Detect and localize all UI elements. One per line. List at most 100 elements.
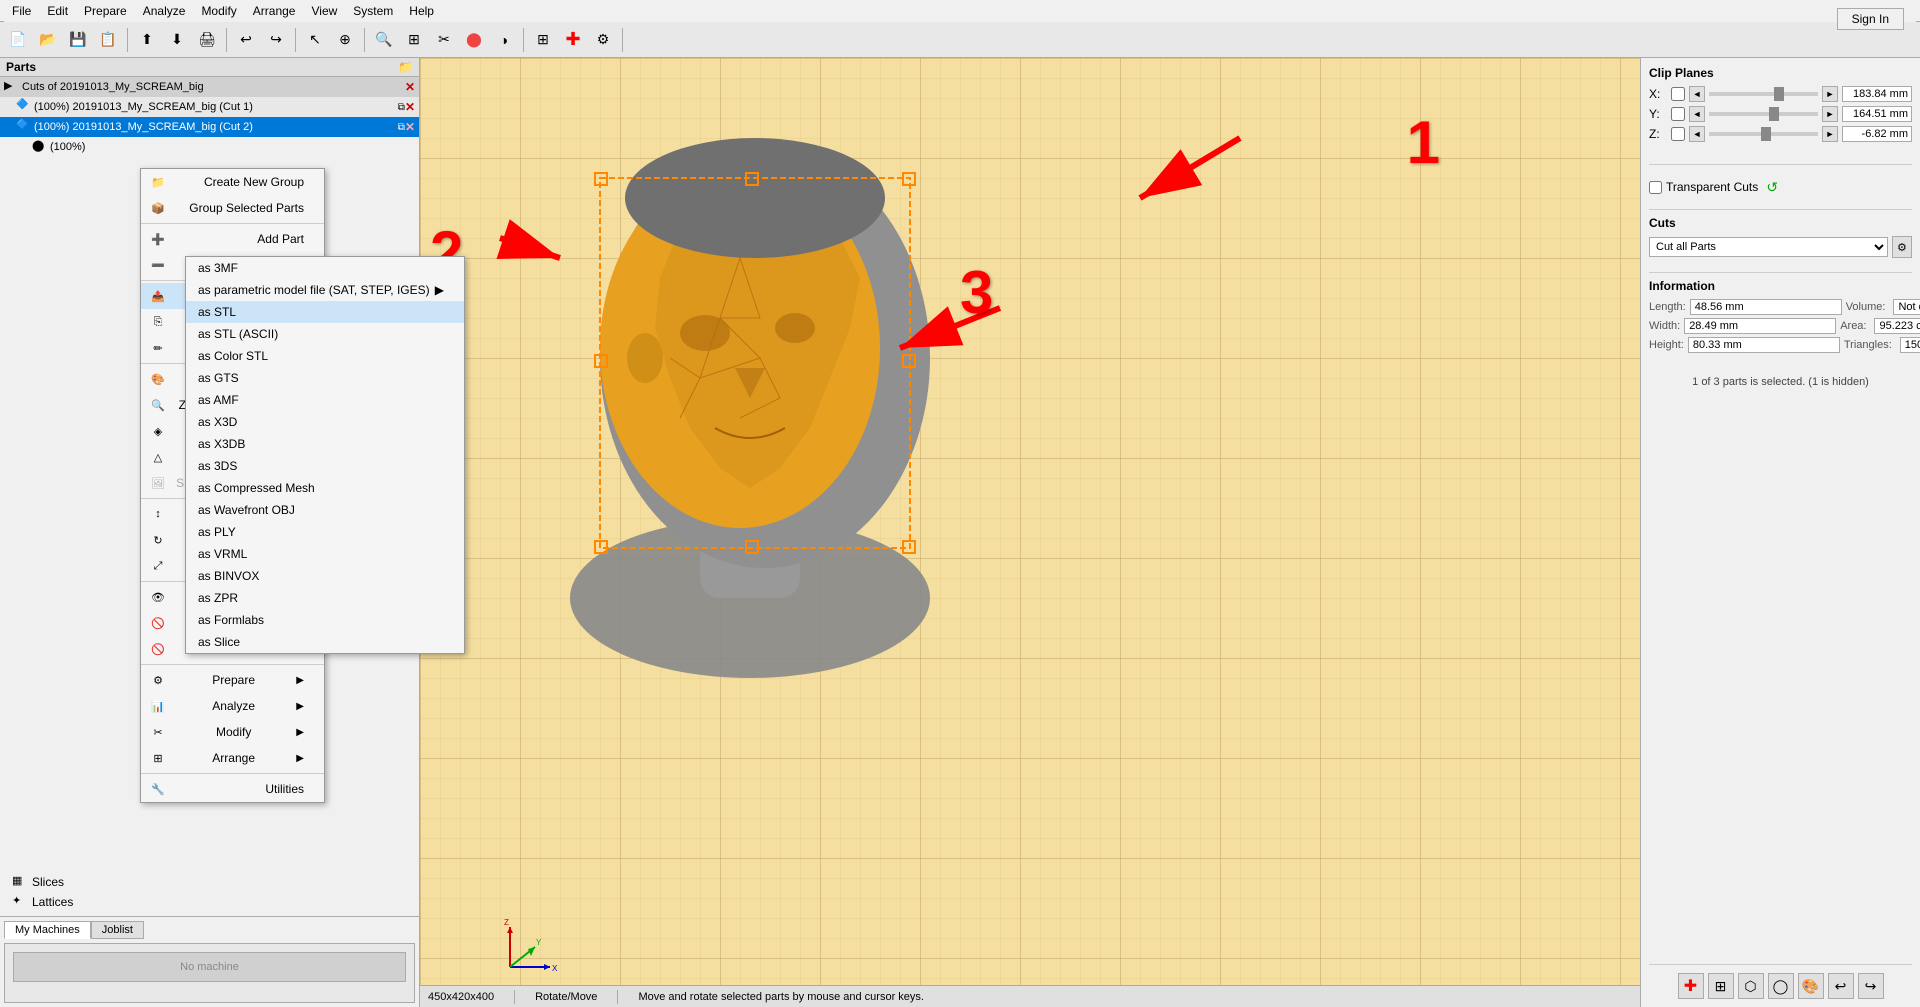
exp-amf[interactable]: as AMF <box>186 389 464 411</box>
clip-y-value[interactable] <box>1842 106 1912 122</box>
rb-grid-button[interactable]: ⊞ <box>1708 973 1734 999</box>
clip-z-track[interactable] <box>1709 132 1818 136</box>
ctx-add-part[interactable]: ➕ Add Part <box>141 226 324 252</box>
rb-add-button[interactable]: ✚ <box>1678 973 1704 999</box>
tree-item-3[interactable]: ⬤ (100%) <box>0 137 419 157</box>
tree-item-root[interactable]: ▶ Cuts of 20191013_My_SCREAM_big ✕ <box>0 77 419 97</box>
cuts-select[interactable]: Cut all Parts <box>1649 237 1888 257</box>
exp-slice[interactable]: as Slice <box>186 631 464 653</box>
sphere-button[interactable]: ⬤ <box>460 26 488 54</box>
tree-item-2[interactable]: 🔷 (100%) 20191013_My_SCREAM_big (Cut 2) … <box>0 117 419 137</box>
cut-button[interactable]: ✂ <box>430 26 458 54</box>
undo-button[interactable]: ↩ <box>232 26 260 54</box>
panel-close-icon[interactable]: 📁 <box>398 60 413 74</box>
ctx-create-group[interactable]: 📁 Create New Group <box>141 169 324 195</box>
open-button[interactable]: 📂 <box>34 26 62 54</box>
export-button[interactable]: ⬇ <box>163 26 191 54</box>
ctx-arrange[interactable]: ⊞ Arrange ▶ <box>141 745 324 771</box>
clip-z-value[interactable] <box>1842 126 1912 142</box>
new-button[interactable]: 📄 <box>4 26 32 54</box>
info-volume-value[interactable] <box>1893 299 1920 315</box>
exp-formlabs[interactable]: as Formlabs <box>186 609 464 631</box>
ctx-prepare[interactable]: ⚙ Prepare ▶ <box>141 667 324 693</box>
ctx-group-selected[interactable]: 📦 Group Selected Parts <box>141 195 324 221</box>
clip-x-value[interactable] <box>1842 86 1912 102</box>
grid-button[interactable]: ⊞ <box>529 26 557 54</box>
tree-item-1[interactable]: 🔷 (100%) 20191013_My_SCREAM_big (Cut 1) … <box>0 97 419 117</box>
view-area[interactable]: X Z Y 1 2 3 <box>420 58 1640 1007</box>
ctx-analyze[interactable]: 📊 Analyze ▶ <box>141 693 324 719</box>
machine-button[interactable]: ⚙ <box>589 26 617 54</box>
exp-gts[interactable]: as GTS <box>186 367 464 389</box>
exp-binvox[interactable]: as BINVOX <box>186 565 464 587</box>
saveas-button[interactable]: 📋 <box>94 26 122 54</box>
clip-x-right[interactable]: ► <box>1822 86 1838 102</box>
info-width-value[interactable] <box>1684 318 1836 334</box>
transparent-cuts-checkbox[interactable] <box>1649 181 1662 194</box>
exp-ply[interactable]: as PLY <box>186 521 464 543</box>
clip-x-track[interactable] <box>1709 92 1818 96</box>
cuts-settings-btn[interactable]: ⚙ <box>1892 236 1912 258</box>
no-machine-button[interactable]: No machine <box>13 952 406 982</box>
selectall-button[interactable]: ⊕ <box>331 26 359 54</box>
exp-3ds[interactable]: as 3DS <box>186 455 464 477</box>
signin-button[interactable]: Sign In <box>1837 8 1904 30</box>
exp-stl-ascii[interactable]: as STL (ASCII) <box>186 323 464 345</box>
menu-analyze[interactable]: Analyze <box>135 2 194 20</box>
info-triangles-value[interactable] <box>1900 337 1920 353</box>
exp-x3db[interactable]: as X3DB <box>186 433 464 455</box>
clip-z-checkbox[interactable] <box>1671 127 1685 141</box>
rb-hollow-button[interactable]: ◯ <box>1768 973 1794 999</box>
print-button[interactable]: 🖨 <box>193 26 221 54</box>
zoomfit-button[interactable]: ⊞ <box>400 26 428 54</box>
info-length-value[interactable] <box>1690 299 1842 315</box>
exp-color-stl[interactable]: as Color STL <box>186 345 464 367</box>
menu-modify[interactable]: Modify <box>193 2 244 20</box>
plus-button[interactable]: ✚ <box>559 26 587 54</box>
rb-color-button[interactable]: 🎨 <box>1798 973 1824 999</box>
exp-obj[interactable]: as Wavefront OBJ <box>186 499 464 521</box>
import-button[interactable]: ⬆ <box>133 26 161 54</box>
tree-close-0[interactable]: ✕ <box>405 80 415 94</box>
rb-undo-button[interactable]: ↩ <box>1828 973 1854 999</box>
exp-stl[interactable]: as STL <box>186 301 464 323</box>
rb-redo-button[interactable]: ↪ <box>1858 973 1884 999</box>
menu-view[interactable]: View <box>303 2 345 20</box>
menu-prepare[interactable]: Prepare <box>76 2 135 20</box>
tab-joblist[interactable]: Joblist <box>91 921 144 939</box>
clip-y-track[interactable] <box>1709 112 1818 116</box>
exp-zpr[interactable]: as ZPR <box>186 587 464 609</box>
render-button[interactable]: ◑ <box>490 26 518 54</box>
tree-expand-2[interactable]: ⧉ <box>398 122 405 133</box>
clip-x-checkbox[interactable] <box>1671 87 1685 101</box>
ctx-modify[interactable]: ✂ Modify ▶ <box>141 719 324 745</box>
clip-z-left[interactable]: ◄ <box>1689 126 1705 142</box>
tree-close-2[interactable]: ✕ <box>405 120 415 134</box>
info-height-value[interactable] <box>1688 337 1840 353</box>
rb-support-button[interactable]: ⬡ <box>1738 973 1764 999</box>
clip-z-right[interactable]: ► <box>1822 126 1838 142</box>
info-area-value[interactable] <box>1874 318 1920 334</box>
clip-x-left[interactable]: ◄ <box>1689 86 1705 102</box>
exp-3mf[interactable]: as 3MF <box>186 257 464 279</box>
menu-help[interactable]: Help <box>401 2 442 20</box>
tree-expand-1[interactable]: ⧉ <box>398 102 405 113</box>
tab-mymachines[interactable]: My Machines <box>4 921 91 939</box>
save-button[interactable]: 💾 <box>64 26 92 54</box>
exp-compressed[interactable]: as Compressed Mesh <box>186 477 464 499</box>
select-button[interactable]: ↖ <box>301 26 329 54</box>
clip-y-right[interactable]: ► <box>1822 106 1838 122</box>
redo-button[interactable]: ↪ <box>262 26 290 54</box>
tree-close-1[interactable]: ✕ <box>405 100 415 114</box>
menu-system[interactable]: System <box>345 2 401 20</box>
menu-edit[interactable]: Edit <box>39 2 76 20</box>
ctx-utilities[interactable]: 🔧 Utilities <box>141 776 324 802</box>
clip-y-left[interactable]: ◄ <box>1689 106 1705 122</box>
exp-vrml[interactable]: as VRML <box>186 543 464 565</box>
nav-lattices[interactable]: ✦ Lattices <box>8 892 411 912</box>
menu-file[interactable]: File <box>4 2 39 20</box>
clip-y-checkbox[interactable] <box>1671 107 1685 121</box>
zoom-button[interactable]: 🔍 <box>370 26 398 54</box>
exp-x3d[interactable]: as X3D <box>186 411 464 433</box>
nav-slices[interactable]: ▦ Slices <box>8 872 411 892</box>
